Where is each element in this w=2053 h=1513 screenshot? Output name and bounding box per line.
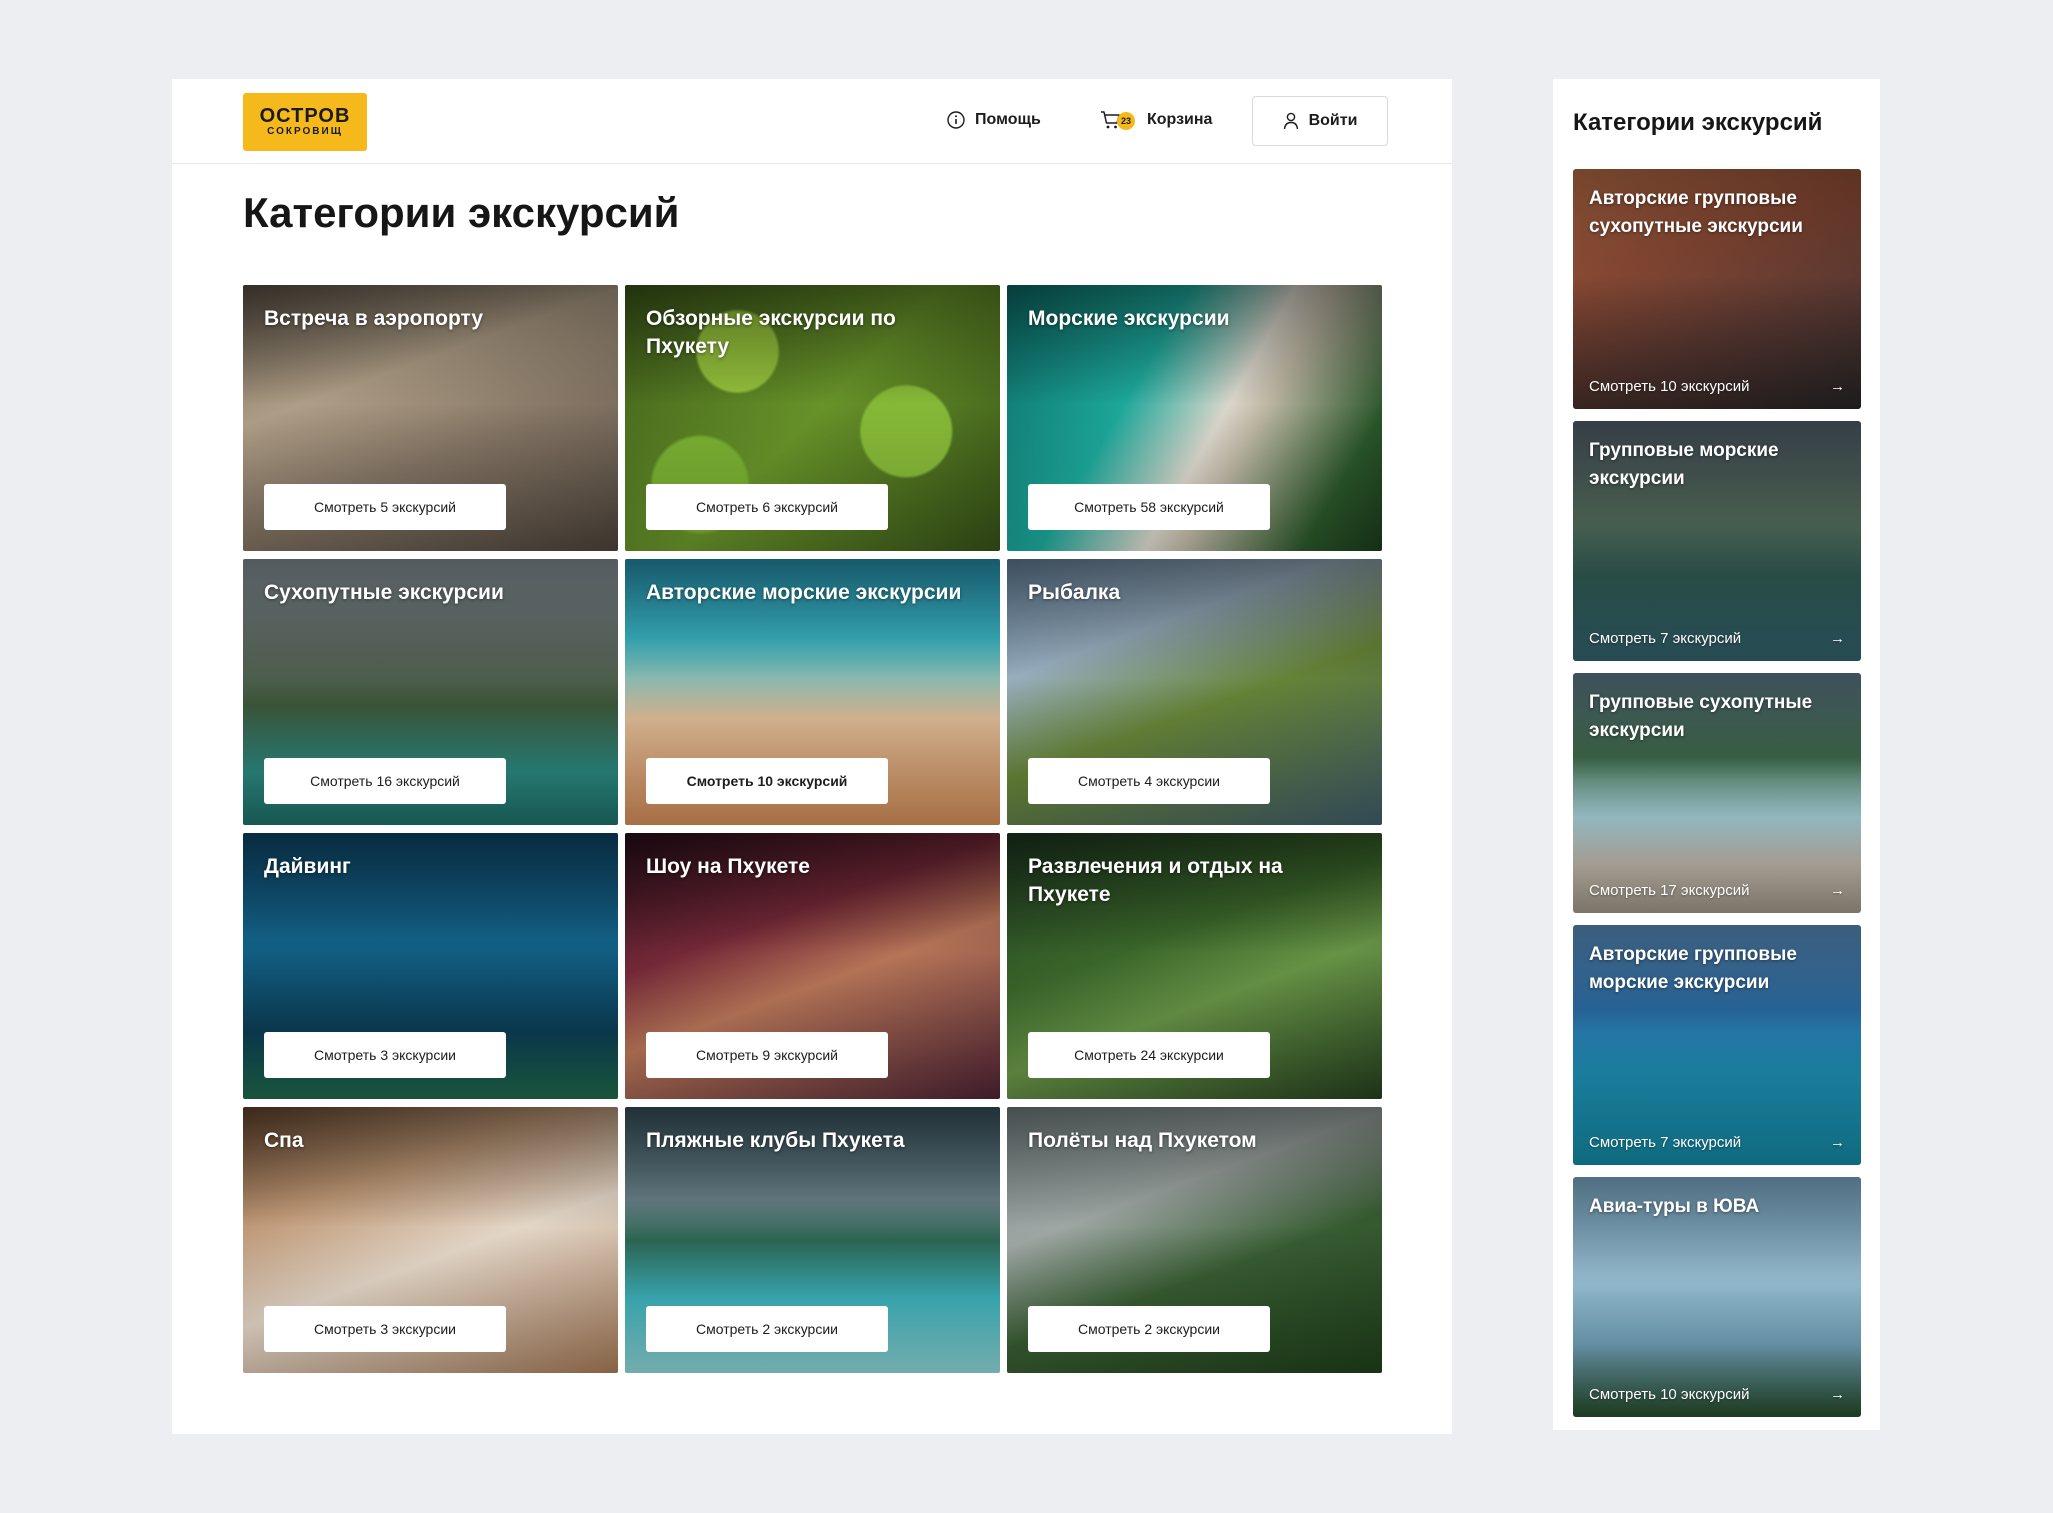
cart-label: Корзина (1147, 111, 1213, 128)
view-tours-button[interactable]: Смотреть 2 экскурсии (646, 1306, 888, 1352)
category-card-show[interactable]: Шоу на Пхукете Смотреть 9 экскурсий (625, 833, 1000, 1099)
help-link[interactable]: Помощь (946, 107, 1041, 133)
view-tours-label: Смотреть 7 экскурсий (1589, 630, 1742, 647)
view-tours-button[interactable]: Смотреть 2 экскурсии (1028, 1306, 1270, 1352)
arrow-right-icon: → (1830, 882, 1845, 899)
view-tours-label: Смотреть 17 экскурсий (1589, 882, 1750, 899)
view-tours-button[interactable]: Смотреть 3 экскурсии (264, 1306, 506, 1352)
view-tours-label: Смотреть 10 экскурсий (1589, 378, 1750, 395)
card-title: Групповые сухопутные экскурсии (1589, 692, 1813, 741)
card-title: Авторские морские экскурсии (646, 581, 962, 604)
category-grid: Встреча в аэропорту Смотреть 5 экскурсий… (243, 285, 1382, 1373)
card-title: Авиа-туры в ЮВА (1589, 1196, 1760, 1217)
card-title: Шоу на Пхукете (646, 855, 810, 878)
cart-icon: 23 (1100, 110, 1135, 130)
desktop-page: ОСТРОВ СОКРОВИЩ Помощь 23 Корзина Войти … (172, 79, 1452, 1434)
help-label: Помощь (975, 111, 1041, 128)
logo-main-text: ОСТРОВ (259, 105, 351, 127)
card-title: Сухопутные экскурсии (264, 581, 504, 604)
view-tours-label: Смотреть 10 экскурсий (1589, 1386, 1750, 1403)
card-title: Обзорные экскурсии по Пхукету (646, 307, 896, 358)
card-title: Рыбалка (1028, 581, 1121, 604)
arrow-right-icon: → (1830, 1134, 1845, 1151)
login-button[interactable]: Войти (1252, 96, 1388, 146)
login-label: Войти (1308, 112, 1358, 129)
site-header: ОСТРОВ СОКРОВИЩ Помощь 23 Корзина Войти (172, 79, 1452, 164)
view-tours-link[interactable]: Смотреть 17 экскурсий → (1589, 882, 1845, 899)
mobile-category-card[interactable]: Авиа-туры в ЮВА Смотреть 10 экскурсий → (1573, 1177, 1861, 1417)
user-icon (1283, 112, 1299, 130)
view-tours-button[interactable]: Смотреть 9 экскурсий (646, 1032, 888, 1078)
view-tours-button[interactable]: Смотреть 3 экскурсии (264, 1032, 506, 1078)
view-tours-button[interactable]: Смотреть 10 экскурсий (646, 758, 888, 804)
mobile-page: Категории экскурсий Авторские групповые … (1553, 79, 1880, 1430)
view-tours-button[interactable]: Смотреть 24 экскурсии (1028, 1032, 1270, 1078)
category-card-land[interactable]: Сухопутные экскурсии Смотреть 16 экскурс… (243, 559, 618, 825)
view-tours-label: Смотреть 7 экскурсий (1589, 1134, 1742, 1151)
card-title: Встреча в аэропорту (264, 307, 484, 330)
logo-sub-text: СОКРОВИЩ (267, 126, 343, 137)
category-card-airport[interactable]: Встреча в аэропорту Смотреть 5 экскурсий (243, 285, 618, 551)
mobile-category-card[interactable]: Групповые сухопутные экскурсии Смотреть … (1573, 673, 1861, 913)
card-title: Авторские групповые морские экскурсии (1589, 944, 1797, 993)
category-card-beach-clubs[interactable]: Пляжные клубы Пхукета Смотреть 2 экскурс… (625, 1107, 1000, 1373)
view-tours-button[interactable]: Смотреть 4 экскурсии (1028, 758, 1270, 804)
arrow-right-icon: → (1830, 630, 1845, 647)
category-card-entertainment[interactable]: Развлечения и отдых на Пхукете Смотреть … (1007, 833, 1382, 1099)
card-title: Спа (264, 1129, 304, 1152)
page-title: Категории экскурсий (243, 189, 680, 236)
view-tours-button[interactable]: Смотреть 6 экскурсий (646, 484, 888, 530)
logo[interactable]: ОСТРОВ СОКРОВИЩ (243, 93, 367, 151)
card-title: Морские экскурсии (1028, 307, 1230, 330)
cart-link[interactable]: 23 Корзина (1100, 107, 1212, 133)
category-card-author-sea[interactable]: Авторские морские экскурсии Смотреть 10 … (625, 559, 1000, 825)
category-card-flights[interactable]: Полёты над Пхукетом Смотреть 2 экскурсии (1007, 1107, 1382, 1373)
category-card-sea[interactable]: Морские экскурсии Смотреть 58 экскурсий (1007, 285, 1382, 551)
mobile-category-card[interactable]: Авторские групповые сухопутные экскурсии… (1573, 169, 1861, 409)
card-title: Пляжные клубы Пхукета (646, 1129, 905, 1152)
mobile-page-title: Категории экскурсий (1573, 109, 1823, 136)
arrow-right-icon: → (1830, 1386, 1845, 1403)
card-title: Полёты над Пхукетом (1028, 1129, 1257, 1152)
arrow-right-icon: → (1830, 378, 1845, 395)
card-title: Дайвинг (264, 855, 351, 878)
cart-count-badge: 23 (1117, 112, 1135, 130)
mobile-category-card[interactable]: Авторские групповые морские экскурсии См… (1573, 925, 1861, 1165)
view-tours-link[interactable]: Смотреть 7 экскурсий → (1589, 1134, 1845, 1151)
view-tours-button[interactable]: Смотреть 58 экскурсий (1028, 484, 1270, 530)
view-tours-link[interactable]: Смотреть 10 экскурсий → (1589, 1386, 1845, 1403)
category-card-fishing[interactable]: Рыбалка Смотреть 4 экскурсии (1007, 559, 1382, 825)
view-tours-button[interactable]: Смотреть 5 экскурсий (264, 484, 506, 530)
view-tours-button[interactable]: Смотреть 16 экскурсий (264, 758, 506, 804)
category-card-spa[interactable]: Спа Смотреть 3 экскурсии (243, 1107, 618, 1373)
mobile-category-card[interactable]: Групповые морские экскурсии Смотреть 7 э… (1573, 421, 1861, 661)
card-title: Развлечения и отдых на Пхукете (1028, 855, 1283, 906)
card-title: Авторские групповые сухопутные экскурсии (1589, 188, 1803, 237)
category-card-overview[interactable]: Обзорные экскурсии по Пхукету Смотреть 6… (625, 285, 1000, 551)
view-tours-link[interactable]: Смотреть 10 экскурсий → (1589, 378, 1845, 395)
info-circle-icon (946, 110, 966, 130)
category-card-diving[interactable]: Дайвинг Смотреть 3 экскурсии (243, 833, 618, 1099)
card-title: Групповые морские экскурсии (1589, 440, 1779, 489)
view-tours-link[interactable]: Смотреть 7 экскурсий → (1589, 630, 1845, 647)
